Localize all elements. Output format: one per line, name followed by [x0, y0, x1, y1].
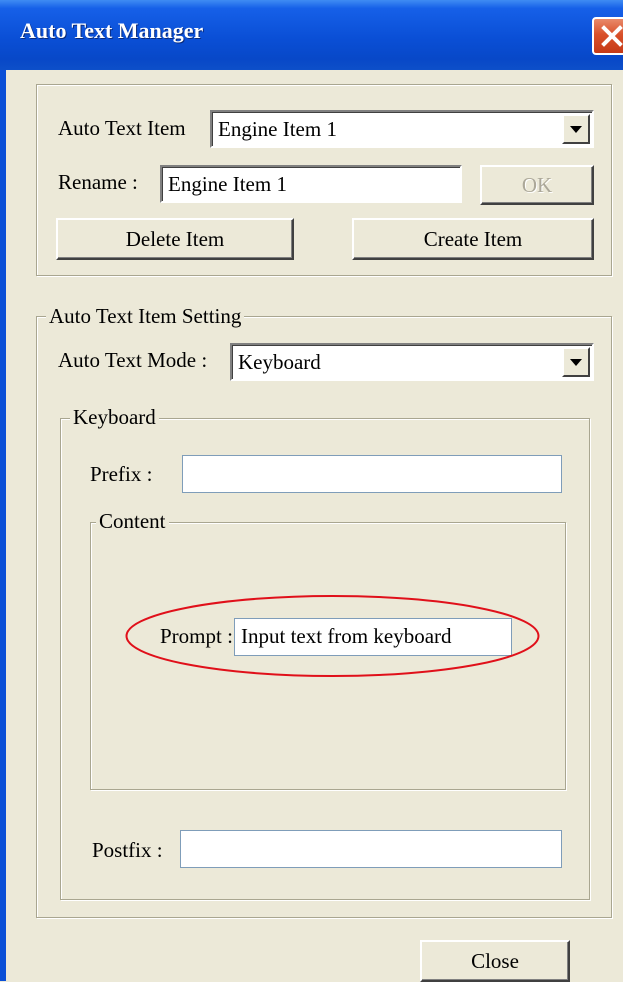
title-bar: Auto Text Manager	[0, 0, 623, 70]
auto-text-mode-value: Keyboard	[238, 350, 321, 374]
prefix-label: Prefix :	[90, 462, 153, 486]
auto-text-item-dropdown[interactable]: Engine Item 1	[210, 110, 594, 148]
delete-item-button[interactable]: Delete Item	[56, 218, 294, 260]
setting-group-label: Auto Text Item Setting	[46, 304, 245, 328]
postfix-input[interactable]	[180, 830, 562, 868]
close-window-button[interactable]	[592, 17, 623, 55]
dropdown-arrow-button[interactable]	[562, 114, 590, 144]
content-group-label: Content	[96, 509, 169, 533]
ok-button[interactable]: OK	[480, 165, 594, 205]
prefix-input[interactable]	[182, 455, 562, 493]
chevron-down-icon	[570, 126, 582, 133]
close-icon	[601, 25, 623, 47]
auto-text-item-value: Engine Item 1	[218, 117, 337, 141]
keyboard-group-label: Keyboard	[70, 405, 159, 429]
rename-input[interactable]: Engine Item 1	[160, 165, 462, 203]
close-button[interactable]: Close	[420, 940, 570, 982]
auto-text-item-label: Auto Text Item	[58, 116, 186, 140]
rename-label: Rename :	[58, 170, 138, 194]
window-left-border	[0, 70, 6, 981]
auto-text-mode-dropdown[interactable]: Keyboard	[230, 343, 594, 381]
highlight-ellipse-stroke	[125, 595, 540, 677]
highlight-ellipse	[125, 595, 540, 677]
postfix-label: Postfix :	[92, 838, 163, 862]
auto-text-mode-label: Auto Text Mode :	[58, 348, 208, 372]
dropdown-arrow-button[interactable]	[562, 347, 590, 377]
window-title: Auto Text Manager	[20, 18, 204, 43]
chevron-down-icon	[570, 359, 582, 366]
create-item-button[interactable]: Create Item	[352, 218, 594, 260]
